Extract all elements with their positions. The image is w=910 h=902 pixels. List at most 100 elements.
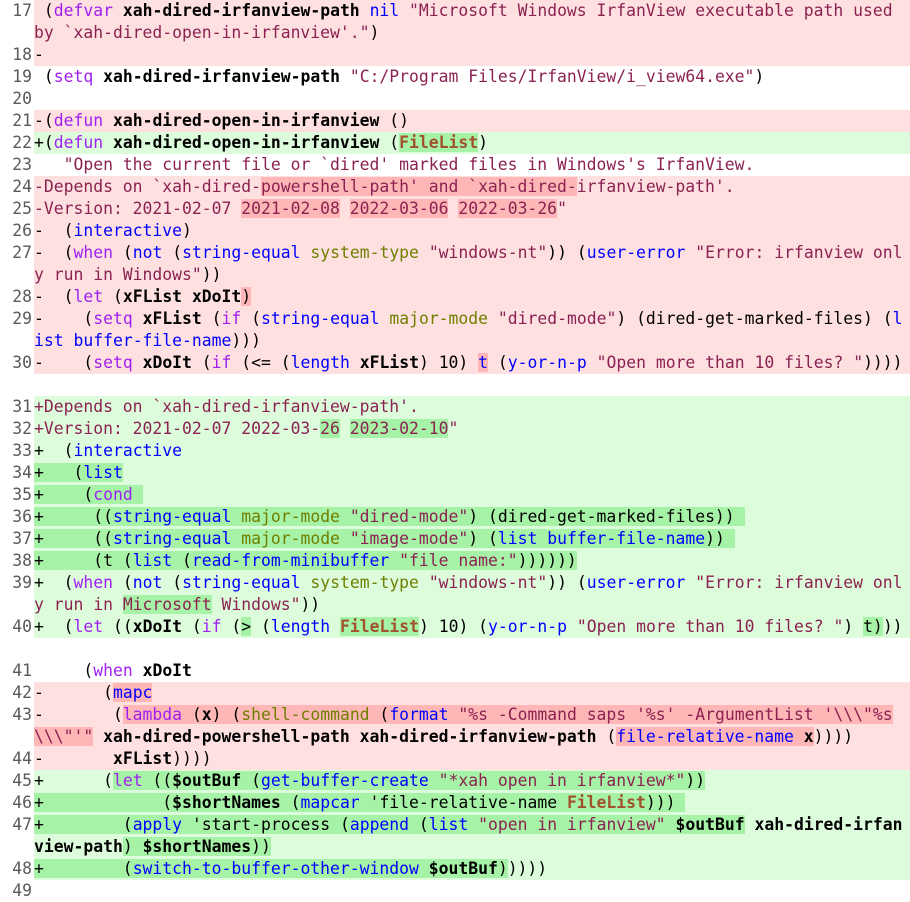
code-token: + (	[34, 617, 74, 636]
code-token: let	[73, 617, 104, 636]
diff-line-26: 26- (interactive)	[0, 220, 910, 242]
code-token: xah-dired-irfanview-path	[122, 1, 360, 20]
code-token: ))	[201, 265, 222, 284]
diff-line-46: 46 + ($shortNames (mapcar 'file-relative-…	[0, 792, 910, 814]
code-token: mapc	[112, 683, 153, 702]
code-token: ))	[705, 529, 735, 548]
code-token	[428, 771, 439, 790]
code-token: (	[201, 309, 222, 328]
code-token: + (	[34, 793, 173, 812]
code-token: - (	[34, 243, 74, 262]
code-token: )	[497, 859, 508, 878]
code-token: (	[241, 309, 262, 328]
diff-line-32: 32 +Version: 2021-02-07 2022-03-26 2023-0…	[0, 418, 910, 440]
code-token: FileList	[399, 133, 479, 152]
code-token: when	[73, 243, 113, 262]
code-token: file-relative-name	[616, 727, 794, 746]
code-token: string-equal	[182, 243, 301, 262]
code-token	[557, 793, 567, 812]
code-token: $shortNames	[172, 793, 281, 812]
code-token: "dired-mode"	[497, 309, 617, 328]
code-token: - (	[34, 309, 94, 328]
code-token: ) (	[211, 705, 242, 724]
code-token: xDoIt	[142, 661, 192, 680]
line-code: + (let ((xDoIt (if (> (length FileList) …	[34, 616, 910, 638]
diff-line-38: 38 + (t (list (read-from-minibuffer "file…	[0, 550, 910, 572]
code-token: xah-dired-open-in-irfanview	[112, 111, 380, 130]
code-token: )) (	[547, 243, 587, 262]
line-number: 19	[0, 66, 34, 88]
code-token: lambda	[122, 705, 183, 724]
code-token: (	[369, 705, 390, 724]
code-token: + (	[34, 771, 113, 790]
code-token: "open in irfanview"	[478, 815, 666, 834]
code-token: "image-mode"	[349, 529, 469, 548]
code-token: (	[182, 705, 202, 724]
line-code: +(defun xah-dired-open-in-irfanview (Fil…	[34, 132, 910, 154]
line-code: - (setq xFList (if (string-equal major-m…	[34, 308, 910, 352]
code-token: read-from-minibuffer	[191, 551, 390, 570]
code-token: (	[191, 353, 212, 372]
code-token: switch-to-buffer-other-window	[132, 859, 419, 878]
line-code: - (let (xFList xDoIt)	[34, 286, 910, 308]
code-token: xah-dired-open-in-irfanview	[112, 133, 380, 152]
line-number: 22	[0, 132, 34, 154]
code-token: ))))))	[517, 551, 577, 570]
line-code: + (let (($outBuf (get-buffer-create "*xa…	[34, 770, 910, 792]
code-token	[537, 529, 548, 548]
line-number: 23	[0, 154, 34, 176]
code-token: "	[557, 199, 567, 218]
code-token: - (	[34, 221, 74, 240]
code-token: ) (	[468, 529, 498, 548]
code-token: xah-dired-powershell-path	[103, 727, 350, 746]
code-token: xDoIt	[191, 287, 242, 306]
code-token: FileList	[340, 617, 419, 636]
code-token: append	[349, 815, 410, 834]
code-token: ))	[251, 837, 271, 856]
code-token: list	[83, 463, 123, 482]
line-number: 46	[0, 792, 34, 814]
code-token: (	[34, 67, 54, 86]
code-token: - (	[34, 705, 123, 724]
code-token: 2022-03-06	[349, 199, 449, 218]
line-number: 33	[0, 440, 34, 462]
code-token: get-buffer-create	[261, 771, 429, 790]
code-token: ))))	[813, 727, 854, 746]
code-token: )	[182, 221, 192, 240]
diff-line-29: 29- (setq xFList (if (string-equal major…	[0, 308, 910, 352]
code-token: "file name:"	[399, 551, 518, 570]
code-token: not	[132, 243, 163, 262]
line-code: - (mapc	[34, 682, 910, 704]
line-code: + (list	[34, 462, 910, 484]
code-token: xah-dired-irfanview-path	[359, 727, 597, 746]
line-code: + (interactive	[34, 440, 910, 462]
line-number: 17	[0, 0, 34, 22]
line-number: 43	[0, 704, 34, 726]
code-token: buffer-file-name	[73, 331, 232, 350]
code-token: )	[843, 617, 864, 636]
line-number: 38	[0, 550, 34, 572]
code-token: (	[241, 771, 261, 790]
code-token: ))))	[172, 749, 212, 768]
code-token	[665, 815, 676, 834]
code-token: -Depends on `xah-dired-	[34, 177, 261, 196]
code-token: $outBuf	[172, 771, 242, 790]
code-token: "windows-nt"	[428, 243, 548, 262]
line-code: -	[34, 44, 910, 66]
code-token: not	[132, 573, 163, 592]
code-token: (<= (	[231, 353, 291, 372]
code-token: "Open the current file or `dired' marked…	[34, 155, 755, 174]
line-number: 45	[0, 770, 34, 792]
line-number: 48	[0, 858, 34, 880]
code-token: ((	[103, 617, 133, 636]
code-token: ((	[142, 771, 173, 790]
line-number: 29	[0, 308, 34, 330]
